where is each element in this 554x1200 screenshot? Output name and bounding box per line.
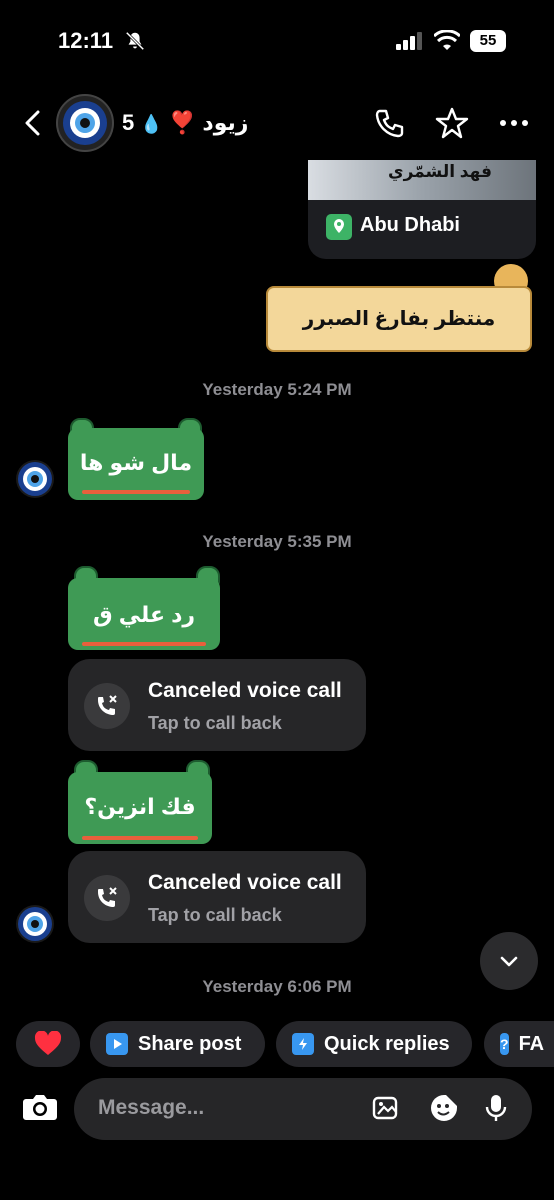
status-time: 12:11: [58, 28, 114, 53]
share-post-play-icon: [106, 1033, 128, 1055]
microphone-icon[interactable]: [480, 1092, 512, 1124]
location-image-caption: فهد الشمّري: [388, 162, 492, 181]
share-post-label: Share post: [138, 1032, 242, 1055]
missed-call-phone-icon: [84, 683, 130, 729]
quick-replies-bolt-icon: [292, 1033, 314, 1055]
faq-label: FA: [518, 1032, 545, 1055]
missed-call-phone-icon: [84, 875, 130, 921]
message-input[interactable]: Message...: [74, 1078, 532, 1140]
message-bubble[interactable]: مال شو ها: [68, 428, 204, 500]
evil-eye-avatar-icon: [18, 462, 52, 496]
gallery-icon[interactable]: [370, 1092, 402, 1124]
call-title: Canceled voice call: [148, 871, 342, 894]
streak-count: 5: [122, 110, 135, 135]
faq-question-icon: ?: [500, 1033, 509, 1055]
bubble-underline: [82, 642, 206, 646]
message-text: مال شو ها: [79, 450, 193, 475]
faq-chip[interactable]: ? FA: [484, 1021, 554, 1067]
message-text: فك انزين؟: [84, 794, 196, 819]
quick-replies-label: Quick replies: [324, 1032, 450, 1055]
sender-avatar[interactable]: [16, 460, 54, 498]
call-subtitle: Tap to call back: [148, 905, 282, 925]
signal-icon: [396, 32, 422, 50]
like-heart-chip[interactable]: [16, 1021, 80, 1067]
star-icon[interactable]: [434, 105, 470, 141]
message-bubble[interactable]: فك انزين؟: [68, 772, 212, 844]
battery-indicator: 55: [470, 30, 506, 52]
call-title: Canceled voice call: [148, 679, 342, 702]
timestamp: Yesterday 6:06 PM: [202, 977, 352, 996]
scroll-sticker-message[interactable]: منتظر بفارغ الصبرر: [266, 286, 532, 352]
sticker-icon[interactable]: [428, 1092, 460, 1124]
bubble-underline: [82, 490, 190, 494]
back-chevron-icon[interactable]: [18, 108, 48, 138]
chevron-down-icon: [500, 956, 518, 967]
camera-icon[interactable]: [18, 1085, 62, 1129]
sticker-message-text: منتظر بفارغ الصبرر: [302, 308, 496, 330]
shared-location-card[interactable]: فهد الشمّري Abu Dhabi: [308, 160, 536, 259]
canceled-call-card[interactable]: Canceled voice call Tap to call back: [68, 659, 366, 751]
canceled-call-card[interactable]: Canceled voice call Tap to call back: [68, 851, 366, 943]
quick-replies-chip[interactable]: Quick replies: [276, 1021, 472, 1067]
timestamp: Yesterday 5:35 PM: [202, 532, 352, 551]
contact-name[interactable]: زيود ❣️ 💧 5: [122, 110, 248, 136]
bubble-underline: [82, 836, 198, 840]
timestamp: Yesterday 5:24 PM: [202, 380, 352, 399]
silent-bell-icon: [125, 31, 145, 51]
location-name: Abu Dhabi: [360, 214, 460, 236]
location-preview-image: فهد الشمّري: [308, 160, 536, 200]
message-input-placeholder: Message...: [98, 1096, 205, 1119]
map-pin-icon: [326, 214, 352, 240]
wifi-icon: [434, 30, 460, 50]
heart-icon: [34, 1031, 62, 1055]
streak-drop-icon: 💧: [140, 114, 163, 134]
phone-call-icon[interactable]: [372, 105, 408, 141]
contact-avatar[interactable]: [56, 94, 114, 152]
message-text: رد علي ق: [92, 602, 196, 627]
message-bubble[interactable]: رد علي ق: [68, 578, 220, 650]
evil-eye-avatar-icon: [63, 101, 107, 145]
share-post-chip[interactable]: Share post: [90, 1021, 265, 1067]
more-options-icon[interactable]: [496, 105, 532, 141]
evil-eye-avatar-icon: [18, 907, 52, 941]
contact-name-text: زيود ❣️: [168, 110, 249, 135]
sender-avatar[interactable]: [16, 905, 54, 943]
call-subtitle: Tap to call back: [148, 713, 282, 733]
